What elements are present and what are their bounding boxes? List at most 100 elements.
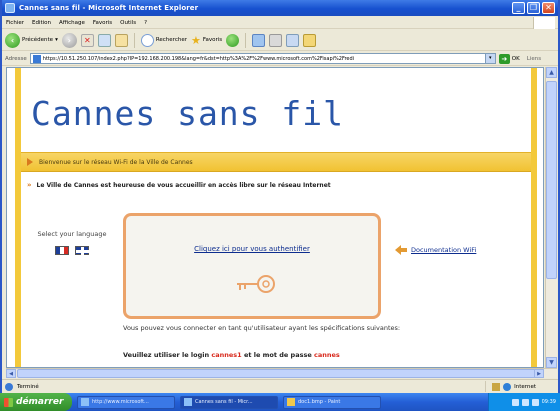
windows-flag-icon bbox=[4, 397, 13, 407]
arrow-left-icon bbox=[395, 245, 407, 255]
window-controls: _ ❐ ✕ bbox=[512, 2, 555, 14]
go-button[interactable]: ➜ OK bbox=[498, 53, 520, 64]
scroll-up-icon[interactable]: ▲ bbox=[546, 67, 557, 78]
media-icon[interactable] bbox=[226, 33, 240, 47]
horizontal-scroll-thumb[interactable] bbox=[17, 369, 544, 378]
site-title: Cannes sans fil bbox=[31, 94, 345, 133]
system-tray: 09:39 bbox=[488, 393, 560, 411]
search-icon bbox=[140, 33, 154, 47]
ie-icon bbox=[5, 3, 15, 13]
task-label: http://www.microsoft... bbox=[92, 399, 149, 405]
history-icon[interactable] bbox=[252, 33, 266, 47]
back-arrow-icon: ‹ bbox=[5, 32, 20, 48]
login-prefix: Veuillez utiliser le login bbox=[123, 351, 212, 359]
toolbar: ‹ Précédente ▾ › ✕ Rechercher ★ Favoris bbox=[2, 30, 558, 51]
status-text: Terminé bbox=[17, 383, 39, 390]
address-label: Adresse bbox=[5, 55, 27, 62]
forward-button[interactable]: › bbox=[61, 32, 77, 48]
back-dropdown-icon[interactable]: ▾ bbox=[55, 37, 58, 43]
menu-edition[interactable]: Edition bbox=[32, 20, 51, 26]
menu-favoris[interactable]: Favoris bbox=[93, 20, 112, 26]
close-button[interactable]: ✕ bbox=[542, 2, 555, 14]
security-zone: Internet bbox=[485, 381, 536, 392]
documentation-link[interactable]: Documentation WiFi bbox=[395, 245, 476, 255]
window-title: Cannes sans fil - Microsoft Internet Exp… bbox=[19, 4, 199, 12]
menu-fichier[interactable]: Fichier bbox=[6, 20, 24, 26]
scroll-right-icon[interactable]: ▶ bbox=[534, 369, 544, 378]
start-label: démarrer bbox=[16, 397, 64, 407]
vertical-scroll-thumb[interactable] bbox=[546, 81, 557, 279]
intro-text: Le Ville de Cannes est heureuse de vous … bbox=[36, 181, 331, 189]
web-page: Cannes sans fil Bienvenue sur le réseau … bbox=[15, 68, 537, 367]
favorites-button[interactable]: ★ Favoris bbox=[191, 34, 222, 47]
password-value: cannes bbox=[314, 351, 340, 359]
login-middle: et le mot de passe bbox=[241, 351, 315, 359]
ie-task-icon bbox=[184, 398, 192, 406]
english-flag-icon[interactable] bbox=[75, 246, 90, 256]
taskbar-item-paint[interactable]: doc1.bmp - Paint bbox=[283, 395, 381, 409]
taskbar-item-cannes[interactable]: Cannes sans fil - Micr... bbox=[180, 395, 278, 409]
scroll-left-icon[interactable]: ◀ bbox=[6, 369, 16, 378]
spec-text: Vous pouvez vous connecter en tant qu'ut… bbox=[123, 324, 401, 332]
start-button[interactable]: démarrer bbox=[0, 393, 72, 411]
toolbar-separator bbox=[133, 32, 135, 48]
network-icon[interactable] bbox=[511, 398, 519, 406]
task-label: Cannes sans fil - Micr... bbox=[195, 399, 253, 405]
login-value: cannes1 bbox=[211, 351, 242, 359]
title-bar[interactable]: Cannes sans fil - Microsoft Internet Exp… bbox=[2, 0, 558, 16]
go-label: OK bbox=[511, 55, 520, 62]
menu-outils[interactable]: Outils bbox=[120, 20, 136, 26]
french-flag-icon[interactable] bbox=[55, 246, 69, 255]
intro-line: » Le Ville de Cannes est heureuse de vou… bbox=[27, 181, 331, 189]
ie-window: Cannes sans fil - Microsoft Internet Exp… bbox=[0, 0, 560, 393]
url-dropdown-icon[interactable]: ▾ bbox=[484, 54, 495, 63]
welcome-text: Bienvenue sur le réseau Wi-Fi de la Vill… bbox=[39, 158, 193, 166]
restore-button[interactable]: ❐ bbox=[527, 2, 540, 14]
refresh-icon[interactable] bbox=[97, 33, 111, 47]
menu-help[interactable]: ? bbox=[144, 20, 147, 26]
clock: 09:39 bbox=[541, 399, 556, 405]
url-input[interactable]: https://10.51.250.107/index2.php?IP=192.… bbox=[29, 53, 496, 64]
links-label[interactable]: Liens bbox=[527, 56, 541, 62]
documentation-link-text: Documentation WiFi bbox=[411, 246, 477, 254]
search-button[interactable]: Rechercher bbox=[140, 33, 187, 47]
double-chevron-icon: » bbox=[27, 181, 32, 189]
language-selector: Select your language bbox=[31, 230, 113, 256]
auth-link[interactable]: Cliquez ici pour vous authentifier bbox=[126, 245, 378, 253]
volume-icon[interactable] bbox=[521, 398, 529, 406]
tray-app-icon[interactable] bbox=[531, 398, 539, 406]
globe-icon bbox=[503, 382, 512, 391]
login-instructions: Veuillez utiliser le login cannes1 et le… bbox=[123, 351, 340, 359]
language-label: Select your language bbox=[37, 230, 107, 238]
print-icon[interactable] bbox=[286, 33, 300, 47]
menu-bar: Fichier Edition Affichage Favoris Outils… bbox=[2, 17, 558, 29]
stop-icon[interactable]: ✕ bbox=[80, 33, 94, 47]
windows-logo-icon bbox=[533, 17, 555, 29]
favorites-label: Favoris bbox=[202, 37, 223, 43]
url-text: https://10.51.250.107/index2.php?IP=192.… bbox=[42, 55, 355, 62]
key-icon bbox=[237, 275, 275, 293]
page-viewport: Cannes sans fil Bienvenue sur le réseau … bbox=[6, 67, 544, 368]
taskbar-item-ie-microsoft[interactable]: http://www.microsoft... bbox=[77, 395, 175, 409]
minimize-button[interactable]: _ bbox=[512, 2, 525, 14]
toolbar-separator bbox=[245, 32, 247, 48]
status-page-icon bbox=[5, 382, 13, 391]
folder-icon[interactable] bbox=[303, 33, 317, 47]
mail-icon[interactable] bbox=[269, 33, 283, 47]
task-label: doc1.bmp - Paint bbox=[298, 399, 341, 405]
menu-affichage[interactable]: Affichage bbox=[59, 20, 85, 26]
status-bar: Terminé Internet bbox=[2, 379, 558, 393]
page-icon bbox=[32, 54, 41, 63]
triangle-bullet-icon bbox=[27, 158, 33, 166]
language-flags bbox=[31, 246, 113, 256]
back-button[interactable]: ‹ Précédente ▾ bbox=[5, 32, 58, 48]
home-icon[interactable] bbox=[114, 33, 128, 47]
address-bar: Adresse https://10.51.250.107/index2.php… bbox=[2, 52, 558, 66]
scroll-down-icon[interactable]: ▼ bbox=[546, 357, 557, 368]
horizontal-scrollbar[interactable]: ◀ ▶ bbox=[6, 368, 557, 378]
star-icon: ★ bbox=[190, 33, 201, 47]
welcome-band: Bienvenue sur le réseau Wi-Fi de la Vill… bbox=[21, 152, 531, 172]
taskbar: démarrer http://www.microsoft... Cannes … bbox=[0, 393, 560, 411]
lock-icon bbox=[492, 382, 501, 391]
vertical-scrollbar[interactable]: ▲ ▼ bbox=[545, 67, 557, 368]
